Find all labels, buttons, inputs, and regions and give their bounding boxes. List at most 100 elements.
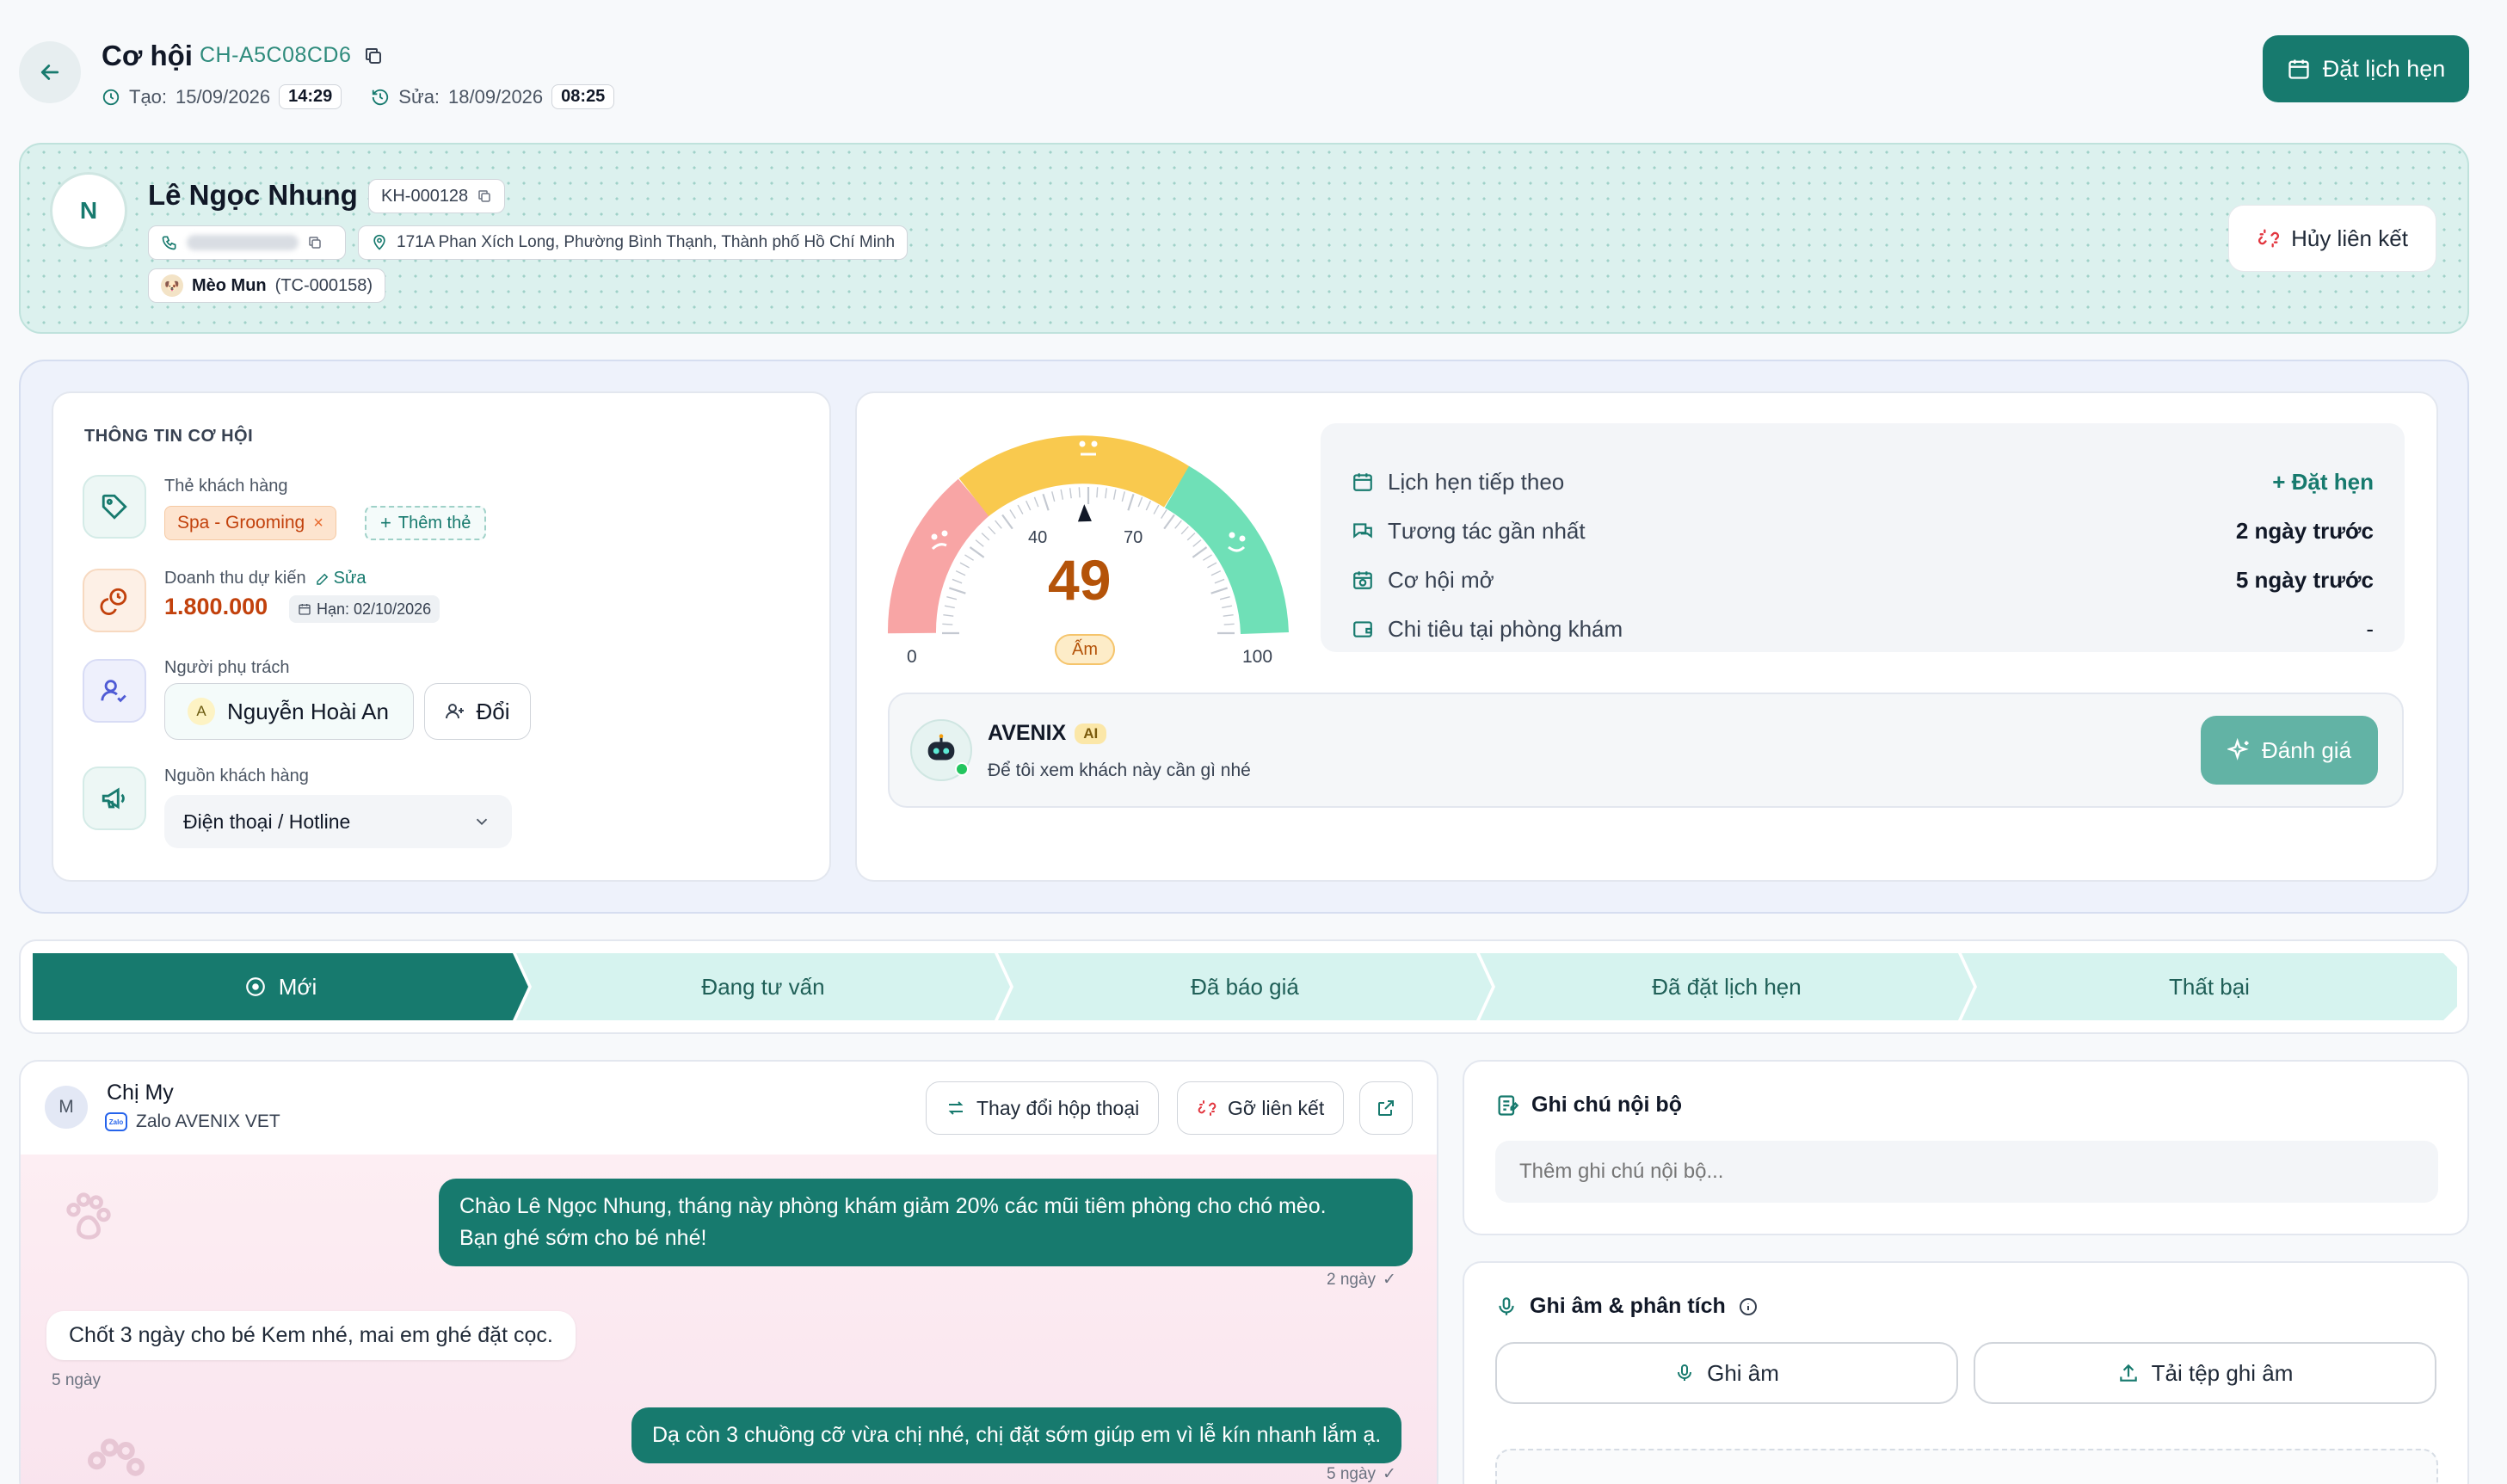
stage-label: Đang tư vấn xyxy=(701,973,825,1000)
gauge-tick xyxy=(1078,487,1081,498)
stage-quoted[interactable]: Đã báo giá xyxy=(998,953,1492,1020)
gauge-min: 0 xyxy=(907,647,917,667)
address-chip: 171A Phan Xích Long, Phường Bình Thạnh, … xyxy=(358,225,909,260)
internal-note-input[interactable] xyxy=(1495,1141,2438,1203)
gauge-tick xyxy=(1222,605,1233,609)
external-link-icon xyxy=(1378,1100,1394,1116)
stage-failed[interactable]: Thất bại xyxy=(1962,953,2457,1020)
back-button[interactable] xyxy=(19,41,81,103)
tag-field-icon xyxy=(83,475,146,539)
gauge-tick xyxy=(1042,493,1050,511)
user-plus-icon xyxy=(446,704,465,719)
customer-avatar: N xyxy=(50,172,127,249)
gauge-tick xyxy=(1210,587,1229,594)
note-icon xyxy=(1498,1094,1519,1116)
stat-next-appointment: Lịch hẹn tiếp theo + Đặt hẹn xyxy=(1352,465,2374,499)
stage-new[interactable]: Mới xyxy=(33,953,528,1020)
copy-icon[interactable] xyxy=(477,188,492,204)
stat-value: 2 ngày trước xyxy=(2235,517,2374,544)
owner-field-icon xyxy=(83,659,146,723)
owner-label: Người phụ trách xyxy=(164,658,290,677)
ai-subtitle: Để tôi xem khách này cần gì nhé xyxy=(988,760,1251,780)
record-button[interactable]: Ghi âm xyxy=(1495,1342,1958,1404)
gauge-tick xyxy=(1033,496,1039,508)
tag-icon xyxy=(102,494,127,520)
stage-consulting[interactable]: Đang tư vấn xyxy=(516,953,1010,1020)
stage-booked[interactable]: Đã đặt lịch hẹn xyxy=(1480,953,1974,1020)
gauge-tick xyxy=(1127,493,1135,511)
unlink-chat-button[interactable]: Gỡ liên kết xyxy=(1177,1081,1345,1135)
timestamps: Tạo: 15/09/2026 14:29 Sửa: 18/09/2026 08… xyxy=(102,84,615,109)
opportunity-code-text: CH-A5C08CD6 xyxy=(200,43,352,67)
gauge-tick xyxy=(1145,500,1152,511)
ai-evaluate-button[interactable]: Đánh giá xyxy=(2201,716,2378,785)
chevron-down-icon xyxy=(476,818,488,826)
change-conversation-button[interactable]: Thay đổi hộp thoại xyxy=(926,1081,1160,1135)
gauge-tick xyxy=(943,613,954,617)
created-time: 14:29 xyxy=(279,84,342,109)
location-pin-icon xyxy=(373,234,385,250)
microphone-icon xyxy=(1499,1296,1514,1315)
open-external-button[interactable] xyxy=(1359,1081,1413,1135)
stat-value: - xyxy=(2366,615,2374,642)
unlink-icon xyxy=(1198,1100,1217,1116)
unlink-customer-button[interactable]: Hủy liên kết xyxy=(2228,205,2436,272)
gauge-tick xyxy=(948,587,966,594)
plus-icon: + xyxy=(380,512,391,533)
megaphone-icon xyxy=(102,787,125,810)
message-outgoing: Dạ còn 3 chuồng cỡ vừa chị nhé, chị đặt … xyxy=(631,1407,1402,1463)
owner-chip[interactable]: A Nguyễn Hoài An xyxy=(164,683,414,740)
phone-blurred xyxy=(187,235,299,250)
gauge-tick xyxy=(1153,504,1160,514)
stat-label: Lịch hẹn tiếp theo xyxy=(1388,468,1565,495)
microphone-icon xyxy=(1678,1364,1692,1381)
copy-icon[interactable] xyxy=(363,46,384,66)
pet-code: (TC-000158) xyxy=(274,275,373,295)
tag-spa-grooming[interactable]: Spa - Grooming × xyxy=(164,506,336,540)
message-text: Bạn ghé sớm cho bé nhé! xyxy=(459,1226,707,1250)
book-appointment-link[interactable]: + Đặt hẹn xyxy=(2272,469,2374,496)
close-icon[interactable]: × xyxy=(313,514,323,533)
gauge-tick xyxy=(1017,504,1024,514)
gauge-tick xyxy=(1192,539,1202,547)
source-select[interactable]: Điện thoại / Hotline xyxy=(164,795,512,848)
page-title: Cơ hội xyxy=(102,40,193,71)
gauge-tick xyxy=(946,596,958,600)
change-owner-button[interactable]: Đổi xyxy=(424,683,531,740)
upload-recording-label: Tải tệp ghi âm xyxy=(2151,1359,2294,1386)
customer-name[interactable]: Lê Ngọc Nhung xyxy=(148,179,358,212)
stat-value: 5 ngày trước xyxy=(2235,566,2374,593)
chat-channel-row: Zalo Zalo AVENIX VET xyxy=(105,1111,280,1132)
edit-revenue-link[interactable]: Sửa xyxy=(315,569,366,588)
zalo-icon: Zalo xyxy=(105,1112,127,1131)
history-icon xyxy=(373,89,389,105)
gauge-tick xyxy=(1096,487,1099,498)
owner-name: Nguyễn Hoài An xyxy=(227,698,389,724)
gauge-tick xyxy=(1112,489,1117,500)
record-label: Ghi âm xyxy=(1707,1359,1779,1386)
paw-icon xyxy=(88,1438,145,1476)
phone-icon xyxy=(162,236,176,250)
clock-icon xyxy=(102,89,120,105)
gauge-tick xyxy=(1174,520,1182,529)
gauge-tick xyxy=(1186,533,1196,541)
ai-badge: AI xyxy=(1075,723,1107,744)
copy-icon[interactable] xyxy=(307,235,323,250)
edited-time: 08:25 xyxy=(551,84,615,109)
tags-label: Thẻ khách hàng xyxy=(164,477,288,496)
pet-chip[interactable]: 🐶 Mèo Mun (TC-000158) xyxy=(148,268,386,303)
gauge-score: 49 xyxy=(1048,548,1112,612)
chat-channel: Zalo AVENIX VET xyxy=(136,1111,280,1131)
add-tag-button[interactable]: + Thêm thẻ xyxy=(365,506,487,540)
gauge-tick xyxy=(944,605,955,609)
info-icon[interactable] xyxy=(1738,1296,1759,1317)
gauge-tick xyxy=(959,562,970,569)
gauge-tick xyxy=(1163,514,1175,530)
ai-name: AVENIX xyxy=(988,721,1067,745)
upload-recording-button[interactable]: Tải tệp ghi âm xyxy=(1974,1342,2436,1404)
ai-evaluate-label: Đánh giá xyxy=(2261,736,2352,763)
recording-dropzone[interactable] xyxy=(1495,1449,2438,1484)
chat-contact-name: Chị My xyxy=(107,1081,174,1105)
revenue-label-row: Doanh thu dự kiến Sửa xyxy=(164,569,366,588)
book-appointment-button[interactable]: Đặt lịch hẹn xyxy=(2263,35,2469,102)
